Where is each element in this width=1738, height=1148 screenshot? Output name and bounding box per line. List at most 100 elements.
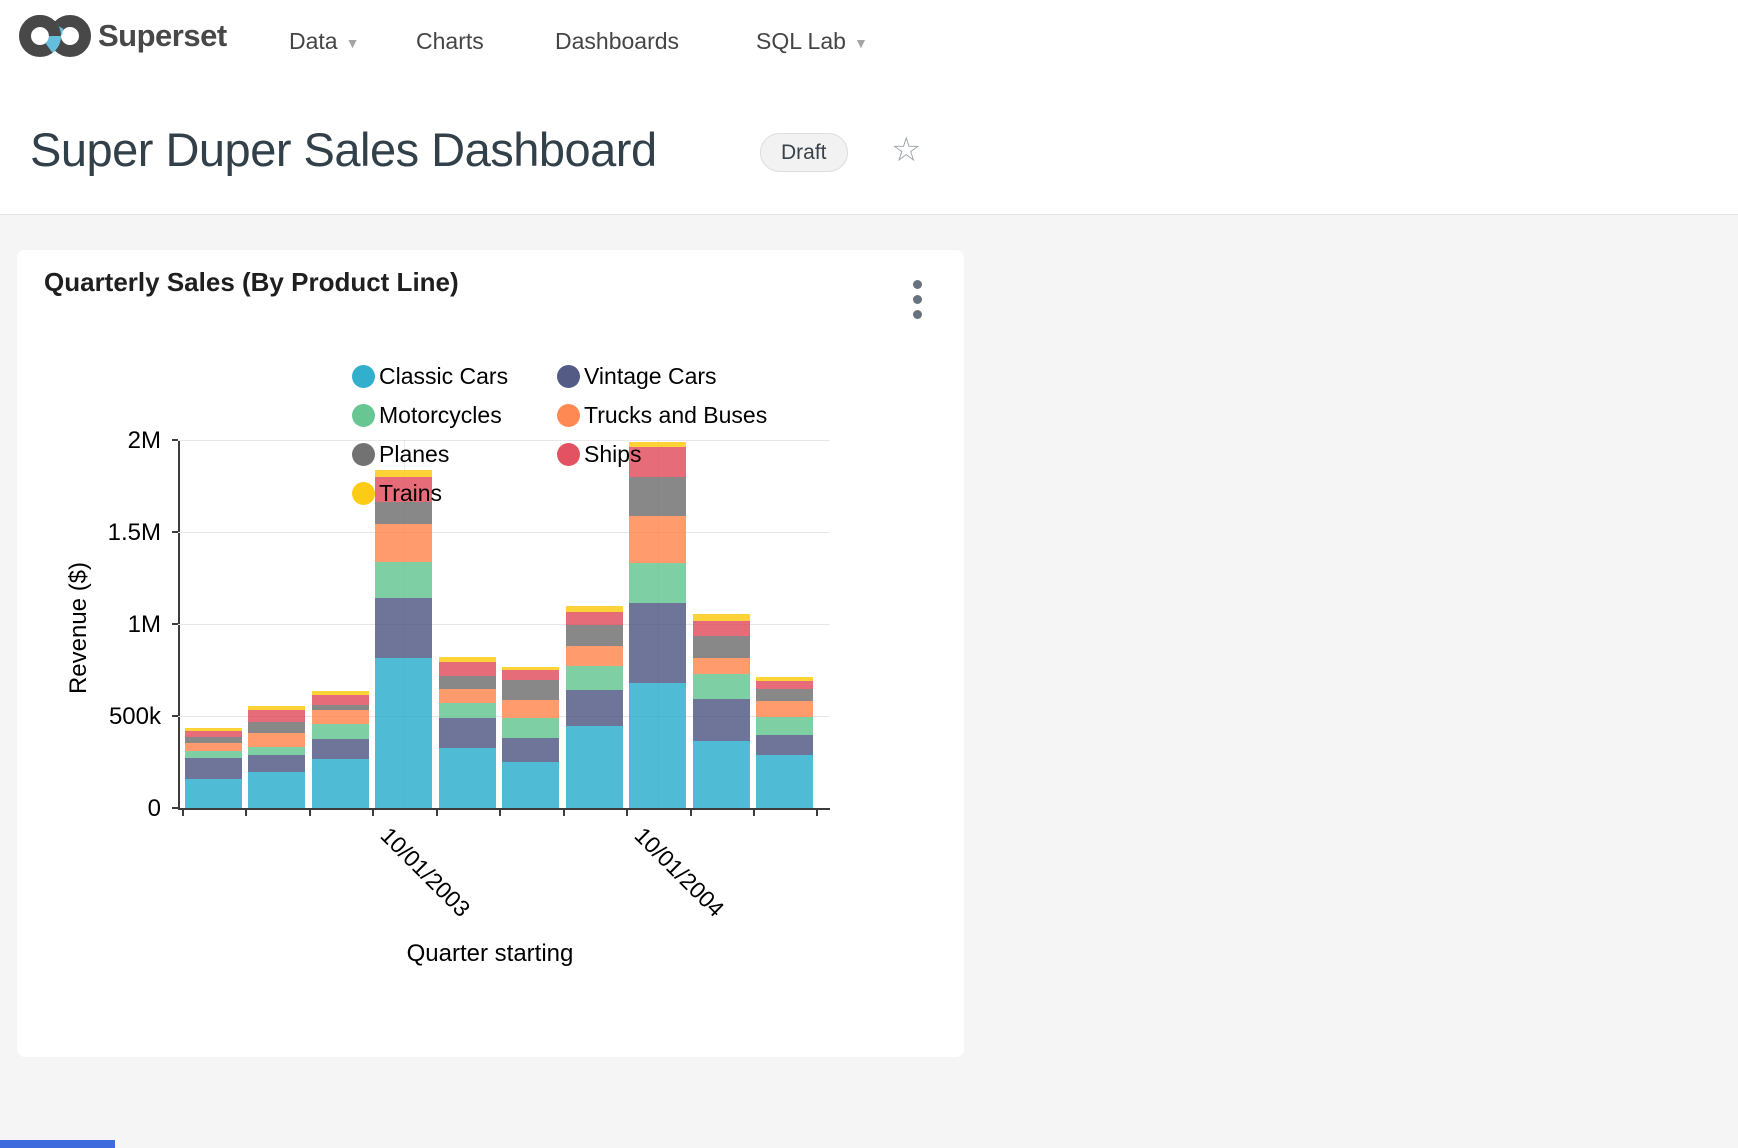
bar-segment-motorcycles[interactable] [248, 747, 305, 755]
chevron-down-icon: ▼ [854, 35, 868, 51]
bottom-scroll-indicator[interactable] [0, 1140, 115, 1148]
x-tick-mark [436, 810, 438, 816]
bar-segment-trucks-and-buses[interactable] [502, 700, 559, 718]
bar-segment-trucks-and-buses[interactable] [248, 733, 305, 747]
bar-segment-classic-cars[interactable] [248, 772, 305, 808]
x-tick-label: 10/01/2003 [375, 822, 475, 922]
bar-segment-vintage-cars[interactable] [185, 758, 242, 779]
bar-segment-trains[interactable] [566, 606, 623, 612]
x-axis-line [178, 808, 830, 810]
legend-label: Ships [584, 441, 642, 468]
bar-segment-trucks-and-buses[interactable] [756, 701, 813, 717]
nav-item-data[interactable]: Data▼ [289, 28, 359, 55]
nav-item-dashboards[interactable]: Dashboards [555, 28, 679, 55]
bar-segment-classic-cars[interactable] [756, 755, 813, 808]
bar-segment-motorcycles[interactable] [185, 751, 242, 758]
bar-segment-ships[interactable] [185, 731, 242, 737]
legend-item-ships[interactable]: Ships [557, 441, 642, 468]
legend-item-planes[interactable]: Planes [352, 441, 449, 468]
x-tick-mark [753, 810, 755, 816]
bar-segment-trucks-and-buses[interactable] [185, 743, 242, 751]
favorite-star-icon[interactable]: ☆ [891, 130, 921, 170]
bar-segment-planes[interactable] [248, 722, 305, 733]
bar-segment-planes[interactable] [185, 737, 242, 743]
bar-segment-trucks-and-buses[interactable] [439, 689, 496, 703]
status-badge-draft[interactable]: Draft [760, 133, 848, 172]
bar-segment-planes[interactable] [439, 676, 496, 689]
bar-segment-trains[interactable] [248, 706, 305, 710]
bar-segment-trains[interactable] [439, 657, 496, 662]
x-tick-mark [690, 810, 692, 816]
bar-segment-ships[interactable] [693, 621, 750, 636]
bar-segment-motorcycles[interactable] [693, 674, 750, 699]
bar-segment-ships[interactable] [248, 710, 305, 722]
nav-item-sql-lab[interactable]: SQL Lab▼ [756, 28, 868, 55]
bar-segment-trucks-and-buses[interactable] [629, 516, 686, 563]
bar-segment-ships[interactable] [566, 612, 623, 625]
bar-segment-trains[interactable] [693, 614, 750, 621]
bar-segment-planes[interactable] [312, 705, 369, 710]
bar-segment-planes[interactable] [502, 680, 559, 700]
bar-segment-motorcycles[interactable] [629, 563, 686, 603]
nav-item-charts[interactable]: Charts [416, 28, 484, 55]
x-tick-mark [563, 810, 565, 816]
bar-segment-vintage-cars[interactable] [375, 598, 432, 658]
legend-item-vintage-cars[interactable]: Vintage Cars [557, 363, 717, 390]
bar-segment-trucks-and-buses[interactable] [566, 646, 623, 666]
y-tick-label: 1M [71, 611, 161, 639]
bar-segment-motorcycles[interactable] [312, 724, 369, 739]
bar-segment-trucks-and-buses[interactable] [312, 710, 369, 724]
bar-segment-motorcycles[interactable] [756, 717, 813, 735]
bar-segment-vintage-cars[interactable] [248, 755, 305, 772]
bar-segment-planes[interactable] [693, 636, 750, 658]
legend-label: Classic Cars [379, 363, 508, 390]
bar-segment-planes[interactable] [629, 477, 686, 516]
x-axis-title: Quarter starting [370, 940, 610, 968]
bar-segment-vintage-cars[interactable] [502, 738, 559, 762]
bar-segment-classic-cars[interactable] [502, 762, 559, 808]
superset-logo[interactable]: Superset [18, 10, 227, 62]
superset-infinity-icon [18, 10, 92, 62]
bar-segment-vintage-cars[interactable] [312, 739, 369, 759]
bar-segment-classic-cars[interactable] [629, 683, 686, 808]
legend-item-motorcycles[interactable]: Motorcycles [352, 402, 502, 429]
bar-segment-classic-cars[interactable] [375, 658, 432, 808]
bar-segment-vintage-cars[interactable] [566, 690, 623, 726]
legend-item-trains[interactable]: Trains [352, 480, 442, 507]
x-tick-mark [372, 810, 374, 816]
bar-segment-trucks-and-buses[interactable] [375, 524, 432, 562]
legend-label: Trains [379, 480, 442, 507]
y-tick-label: 500k [71, 703, 161, 731]
bar-segment-trucks-and-buses[interactable] [693, 658, 750, 674]
bar-segment-trains[interactable] [185, 728, 242, 731]
legend-item-classic-cars[interactable]: Classic Cars [352, 363, 508, 390]
bar-segment-vintage-cars[interactable] [629, 603, 686, 683]
top-navigation-bar: Superset Data▼ Charts Dashboards SQL Lab… [0, 0, 1738, 215]
bar-segment-motorcycles[interactable] [375, 562, 432, 598]
bar-segment-vintage-cars[interactable] [756, 735, 813, 755]
bar-segment-planes[interactable] [566, 625, 623, 646]
bar-segment-motorcycles[interactable] [502, 718, 559, 738]
bar-segment-trains[interactable] [375, 470, 432, 477]
bar-segment-trains[interactable] [502, 667, 559, 670]
bar-segment-ships[interactable] [502, 670, 559, 680]
bar-segment-classic-cars[interactable] [185, 779, 242, 808]
bar-segment-trains[interactable] [312, 691, 369, 695]
bar-segment-vintage-cars[interactable] [693, 699, 750, 741]
bar-segment-vintage-cars[interactable] [439, 718, 496, 748]
bar-segment-planes[interactable] [756, 689, 813, 701]
bar-segment-classic-cars[interactable] [312, 759, 369, 808]
legend-label: Planes [379, 441, 449, 468]
legend-item-trucks-and-buses[interactable]: Trucks and Buses [557, 402, 767, 429]
bar-segment-trains[interactable] [756, 677, 813, 681]
bar-segment-ships[interactable] [312, 695, 369, 705]
bar-segment-classic-cars[interactable] [439, 748, 496, 808]
bar-segment-motorcycles[interactable] [566, 666, 623, 690]
bar-segment-classic-cars[interactable] [693, 741, 750, 808]
legend-color-dot [557, 365, 580, 388]
bar-segment-ships[interactable] [439, 662, 496, 676]
bar-segment-motorcycles[interactable] [439, 703, 496, 718]
y-gridline [178, 532, 830, 533]
bar-segment-ships[interactable] [756, 681, 813, 689]
bar-segment-classic-cars[interactable] [566, 726, 623, 808]
